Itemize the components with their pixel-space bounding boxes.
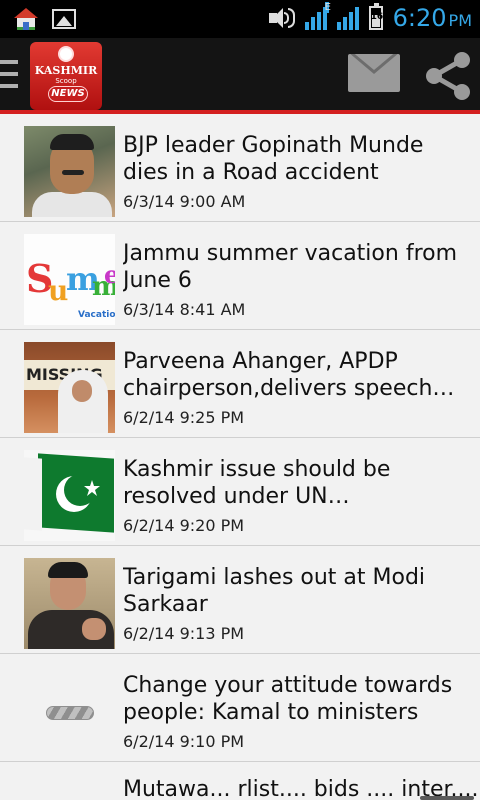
- menu-icon[interactable]: [0, 60, 18, 88]
- list-item[interactable]: Change your attitude towards people: Kam…: [0, 654, 480, 762]
- battery-icon: 16: [368, 3, 384, 30]
- gallery-icon: [52, 9, 76, 29]
- signal-icon: E: [304, 2, 331, 30]
- network-type: E: [324, 2, 331, 13]
- battery-level: 16: [370, 12, 384, 22]
- news-date: 6/3/14 8:41 AM: [123, 300, 246, 319]
- logo-news: NEWS: [48, 86, 88, 102]
- action-bar: KASHMIR Scoop NEWS: [0, 38, 480, 114]
- list-item[interactable]: S u m m e Vacatio Jammu summer vacation …: [0, 222, 480, 330]
- news-thumbnail: [24, 558, 115, 649]
- list-item[interactable]: BJP leader Gopinath Munde dies in a Road…: [0, 114, 480, 222]
- app-logo[interactable]: KASHMIR Scoop NEWS: [30, 42, 102, 110]
- news-thumbnail: [24, 450, 115, 541]
- news-date: 6/3/14 9:00 AM: [123, 192, 246, 211]
- scroll-indicator: [420, 796, 474, 800]
- volume-icon: [268, 6, 295, 30]
- home-icon: [14, 8, 38, 30]
- mail-icon[interactable]: [348, 54, 400, 92]
- loading-icon: [24, 666, 115, 757]
- news-title: Jammu summer vacation from June 6: [123, 241, 458, 293]
- list-item[interactable]: Tarigami lashes out at Modi Sarkaar 6/2/…: [0, 546, 480, 654]
- news-date: 6/2/14 9:20 PM: [123, 516, 245, 535]
- share-icon[interactable]: [420, 50, 476, 102]
- signal-icon-2: [336, 6, 359, 30]
- news-date: 6/2/14 9:13 PM: [123, 624, 245, 643]
- news-list: BJP leader Gopinath Munde dies in a Road…: [0, 114, 480, 762]
- news-thumbnail: S u m m e Vacatio: [24, 234, 115, 325]
- status-bar: E 16 6:20 PM: [0, 0, 480, 38]
- news-date: 6/2/14 9:10 PM: [123, 732, 245, 751]
- clock-ampm: PM: [448, 11, 472, 30]
- logo-subtitle: Scoop: [55, 77, 77, 85]
- news-title: Change your attitude towards people: Kam…: [123, 673, 453, 725]
- summer-caption: Vacatio: [78, 310, 115, 320]
- news-title: Tarigami lashes out at Modi Sarkaar: [123, 565, 426, 617]
- list-item[interactable]: MISSING Parveena Ahanger, APDP chairpers…: [0, 330, 480, 438]
- news-thumbnail: MISSING: [24, 342, 115, 433]
- logo-title: KASHMIR: [34, 64, 98, 77]
- globe-icon: [58, 46, 74, 62]
- news-title: Kashmir issue should be resolved under U…: [123, 457, 391, 509]
- clock: 6:20 PM: [393, 4, 472, 32]
- news-title: BJP leader Gopinath Munde dies in a Road…: [123, 133, 424, 185]
- news-date: 6/2/14 9:25 PM: [123, 408, 245, 427]
- news-title: Parveena Ahanger, APDP chairperson,deliv…: [123, 349, 455, 401]
- clock-time: 6:20: [392, 4, 447, 32]
- list-item[interactable]: Kashmir issue should be resolved under U…: [0, 438, 480, 546]
- list-item[interactable]: Mutawa... rlist.... bids .... inter.... …: [0, 766, 480, 800]
- news-thumbnail: [24, 126, 115, 217]
